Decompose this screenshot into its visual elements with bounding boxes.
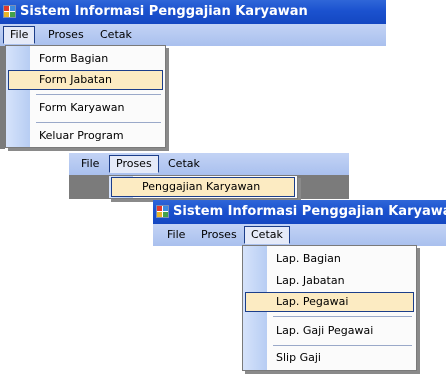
menu-item-form-karyawan[interactable]: Form Karyawan (8, 98, 163, 118)
menu-cetak[interactable]: Cetak (161, 155, 207, 173)
proses-dropdown: Penggajian Karyawan (108, 175, 298, 199)
menu-bar: File Proses Cetak (69, 153, 349, 175)
menu-proses[interactable]: Proses (109, 155, 159, 173)
window-title: Sistem Informasi Penggajian Karyawan (20, 4, 308, 19)
cetak-dropdown: Lap. Bagian Lap. Jabatan Lap. Pegawai La… (242, 245, 417, 371)
title-bar[interactable]: Sistem Informasi Penggajian Karyawan (153, 200, 446, 224)
menu-item-penggajian-karyawan[interactable]: Penggajian Karyawan (111, 177, 295, 197)
menu-item-lap-pegawai[interactable]: Lap. Pegawai (245, 292, 414, 312)
title-bar[interactable]: Sistem Informasi Penggajian Karyawan (0, 0, 386, 24)
menu-bar: File Proses Cetak (153, 224, 446, 246)
menu-separator (36, 94, 161, 95)
menu-item-lap-gaji-pegawai[interactable]: Lap. Gaji Pegawai (245, 321, 414, 341)
file-dropdown: Form Bagian Form Jabatan Form Karyawan K… (5, 45, 166, 148)
menu-item-slip-gaji[interactable]: Slip Gaji (245, 348, 414, 368)
app-icon[interactable] (156, 205, 169, 218)
menu-item-lap-bagian[interactable]: Lap. Bagian (245, 249, 414, 269)
menu-item-form-jabatan[interactable]: Form Jabatan (8, 70, 163, 90)
menu-separator (273, 345, 412, 346)
menu-separator (36, 122, 161, 123)
app-icon[interactable] (3, 5, 16, 18)
menu-item-form-bagian[interactable]: Form Bagian (8, 49, 163, 69)
menu-item-keluar-program[interactable]: Keluar Program (8, 126, 163, 146)
menu-file[interactable]: File (74, 155, 106, 173)
menu-separator (273, 316, 412, 317)
menu-cetak[interactable]: Cetak (244, 226, 290, 244)
menu-bar: File Proses Cetak (0, 24, 386, 46)
menu-proses[interactable]: Proses (194, 226, 244, 244)
menu-proses[interactable]: Proses (41, 26, 91, 44)
menu-cetak[interactable]: Cetak (93, 26, 139, 44)
menu-item-lap-jabatan[interactable]: Lap. Jabatan (245, 271, 414, 291)
menu-file[interactable]: File (160, 226, 192, 244)
menu-file[interactable]: File (3, 26, 36, 44)
window-title: Sistem Informasi Penggajian Karyawan (173, 204, 446, 219)
